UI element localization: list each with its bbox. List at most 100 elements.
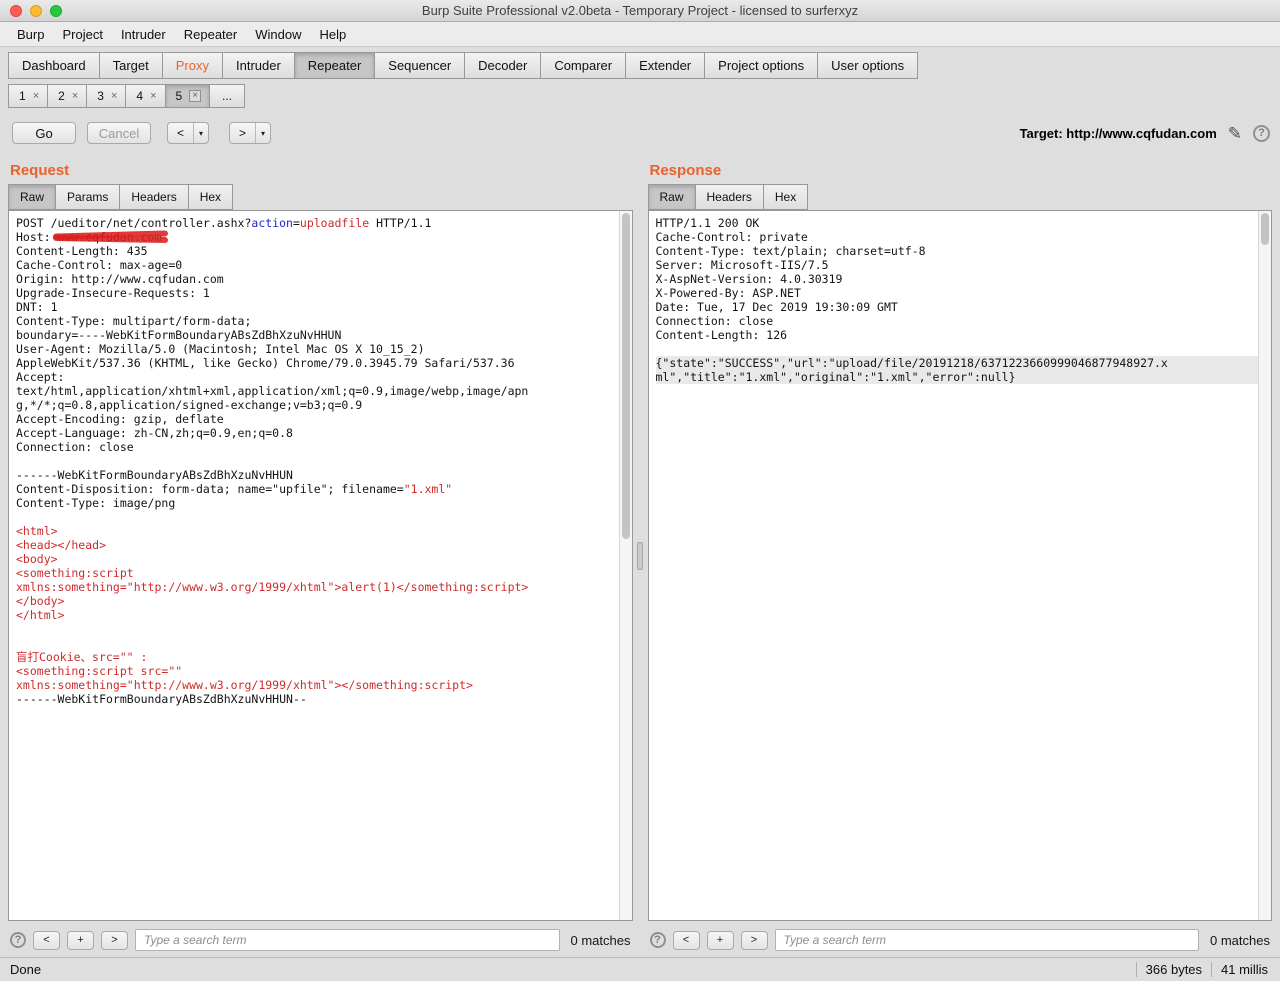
response-search-matches: 0 matches bbox=[1210, 933, 1270, 948]
close-tab-icon[interactable]: × bbox=[111, 91, 117, 102]
response-search-prev-button[interactable]: < bbox=[673, 931, 700, 950]
request-tab-params[interactable]: Params bbox=[55, 184, 120, 210]
request-scrollbar[interactable] bbox=[619, 211, 632, 920]
forward-dropdown-icon[interactable]: ▾ bbox=[255, 123, 270, 143]
response-scrollbar-thumb[interactable] bbox=[1261, 213, 1269, 245]
code-segment: Server: Microsoft-IIS/7.5 bbox=[656, 258, 829, 272]
repeater-tab-4[interactable]: 4× bbox=[125, 84, 165, 108]
tab-project-options[interactable]: Project options bbox=[704, 52, 818, 79]
request-line: </html> bbox=[16, 608, 619, 622]
repeater-tab-more[interactable]: ... bbox=[209, 84, 245, 108]
request-line: <something:script bbox=[16, 566, 619, 580]
repeater-tab-2[interactable]: 2× bbox=[47, 84, 87, 108]
go-button[interactable]: Go bbox=[12, 122, 76, 144]
tab-user-options[interactable]: User options bbox=[817, 52, 918, 79]
close-tab-icon[interactable]: × bbox=[150, 91, 156, 102]
menu-help[interactable]: Help bbox=[310, 27, 355, 42]
request-line bbox=[16, 636, 619, 650]
menu-window[interactable]: Window bbox=[246, 27, 310, 42]
tab-extender[interactable]: Extender bbox=[625, 52, 705, 79]
tab-decoder[interactable]: Decoder bbox=[464, 52, 541, 79]
repeater-tab-1[interactable]: 1× bbox=[8, 84, 48, 108]
tab-intruder[interactable]: Intruder bbox=[222, 52, 295, 79]
request-line: Content-Length: 435 bbox=[16, 244, 619, 258]
repeater-tab-label: 2 bbox=[58, 89, 65, 103]
response-tab-hex[interactable]: Hex bbox=[763, 184, 808, 210]
request-line: Accept-Encoding: gzip, deflate bbox=[16, 412, 619, 426]
response-tab-raw[interactable]: Raw bbox=[648, 184, 696, 210]
code-segment: <html> bbox=[16, 524, 58, 538]
request-search-options-button[interactable]: + bbox=[67, 931, 94, 950]
menu-burp[interactable]: Burp bbox=[8, 27, 53, 42]
tab-comparer[interactable]: Comparer bbox=[540, 52, 626, 79]
request-scrollbar-thumb[interactable] bbox=[622, 213, 630, 539]
code-segment: Origin: http://www.cqfudan.com bbox=[16, 272, 224, 286]
menu-project[interactable]: Project bbox=[53, 27, 111, 42]
request-search-help-icon[interactable]: ? bbox=[10, 932, 26, 948]
request-line: AppleWebKit/537.36 (KHTML, like Gecko) C… bbox=[16, 356, 619, 370]
response-search-next-button[interactable]: > bbox=[741, 931, 768, 950]
forward-button[interactable]: > ▾ bbox=[229, 122, 271, 144]
code-segment: xmlns:something="http://www.w3.org/1999/… bbox=[16, 580, 528, 594]
close-tab-icon[interactable]: × bbox=[72, 91, 78, 102]
request-tab-headers[interactable]: Headers bbox=[119, 184, 188, 210]
code-segment: Accept-Language: zh-CN,zh;q=0.9,en;q=0.8 bbox=[16, 426, 293, 440]
back-button[interactable]: < ▾ bbox=[167, 122, 209, 144]
repeater-tab-5[interactable]: 5× bbox=[165, 84, 211, 108]
request-tab-raw[interactable]: Raw bbox=[8, 184, 56, 210]
request-line: <something:script src="" bbox=[16, 664, 619, 678]
code-segment: "1.xml" bbox=[404, 482, 452, 496]
request-search-next-button[interactable]: > bbox=[101, 931, 128, 950]
minimize-window-button[interactable] bbox=[30, 5, 42, 17]
menu-intruder[interactable]: Intruder bbox=[112, 27, 175, 42]
code-segment: AppleWebKit/537.36 (KHTML, like Gecko) C… bbox=[16, 356, 515, 370]
response-search-bar: ? < + > 0 matches bbox=[648, 921, 1273, 957]
repeater-help-icon[interactable]: ? bbox=[1253, 125, 1270, 142]
request-line: POST /ueditor/net/controller.ashx?action… bbox=[16, 216, 619, 230]
forward-arrow-icon[interactable]: > bbox=[230, 123, 255, 143]
response-panel: Response RawHeadersHex HTTP/1.1 200 OKCa… bbox=[648, 154, 1273, 957]
cancel-button[interactable]: Cancel bbox=[87, 122, 151, 144]
panel-splitter[interactable] bbox=[633, 154, 648, 957]
response-tab-headers[interactable]: Headers bbox=[695, 184, 764, 210]
request-editor-text[interactable]: POST /ueditor/net/controller.ashx?action… bbox=[9, 211, 619, 920]
tab-dashboard[interactable]: Dashboard bbox=[8, 52, 100, 79]
code-segment: X-Powered-By: ASP.NET bbox=[656, 286, 801, 300]
back-dropdown-icon[interactable]: ▾ bbox=[193, 123, 208, 143]
request-search-input[interactable] bbox=[135, 929, 560, 951]
zoom-window-button[interactable] bbox=[50, 5, 62, 17]
tab-proxy[interactable]: Proxy bbox=[162, 52, 223, 79]
response-search-options-button[interactable]: + bbox=[707, 931, 734, 950]
request-search-prev-button[interactable]: < bbox=[33, 931, 60, 950]
response-scrollbar[interactable] bbox=[1258, 211, 1271, 920]
response-search-input[interactable] bbox=[775, 929, 1200, 951]
title-bar: Burp Suite Professional v2.0beta - Tempo… bbox=[0, 0, 1280, 22]
close-window-button[interactable] bbox=[10, 5, 22, 17]
tab-sequencer[interactable]: Sequencer bbox=[374, 52, 465, 79]
response-search-help-icon[interactable]: ? bbox=[650, 932, 666, 948]
close-tab-icon[interactable]: × bbox=[189, 90, 201, 102]
menu-bar: BurpProjectIntruderRepeaterWindowHelp bbox=[0, 22, 1280, 47]
edit-target-icon[interactable]: ✎ bbox=[1228, 125, 1242, 142]
response-line: Connection: close bbox=[656, 314, 1259, 328]
menu-repeater[interactable]: Repeater bbox=[175, 27, 246, 42]
request-line: Content-Type: image/png bbox=[16, 496, 619, 510]
response-editor[interactable]: HTTP/1.1 200 OKCache-Control: privateCon… bbox=[648, 210, 1273, 921]
code-segment: 盲打Cookie、src="" : bbox=[16, 650, 147, 664]
target-display: Target: http://www.cqfudan.com bbox=[1020, 126, 1217, 141]
request-line: xmlns:something="http://www.w3.org/1999/… bbox=[16, 580, 619, 594]
request-line: boundary=----WebKitFormBoundaryABsZdBhXz… bbox=[16, 328, 619, 342]
code-segment: HTTP/1.1 bbox=[369, 216, 431, 230]
code-segment: action bbox=[251, 216, 293, 230]
request-editor[interactable]: POST /ueditor/net/controller.ashx?action… bbox=[8, 210, 633, 921]
request-panel: Request RawParamsHeadersHex POST /uedito… bbox=[8, 154, 633, 957]
request-tab-hex[interactable]: Hex bbox=[188, 184, 233, 210]
close-tab-icon[interactable]: × bbox=[33, 91, 39, 102]
back-arrow-icon[interactable]: < bbox=[168, 123, 193, 143]
tab-repeater[interactable]: Repeater bbox=[294, 52, 375, 79]
repeater-tab-3[interactable]: 3× bbox=[86, 84, 126, 108]
response-editor-text[interactable]: HTTP/1.1 200 OKCache-Control: privateCon… bbox=[649, 211, 1259, 920]
request-line: Origin: http://www.cqfudan.com bbox=[16, 272, 619, 286]
tab-target[interactable]: Target bbox=[99, 52, 163, 79]
status-time: 41 millis bbox=[1221, 962, 1268, 977]
